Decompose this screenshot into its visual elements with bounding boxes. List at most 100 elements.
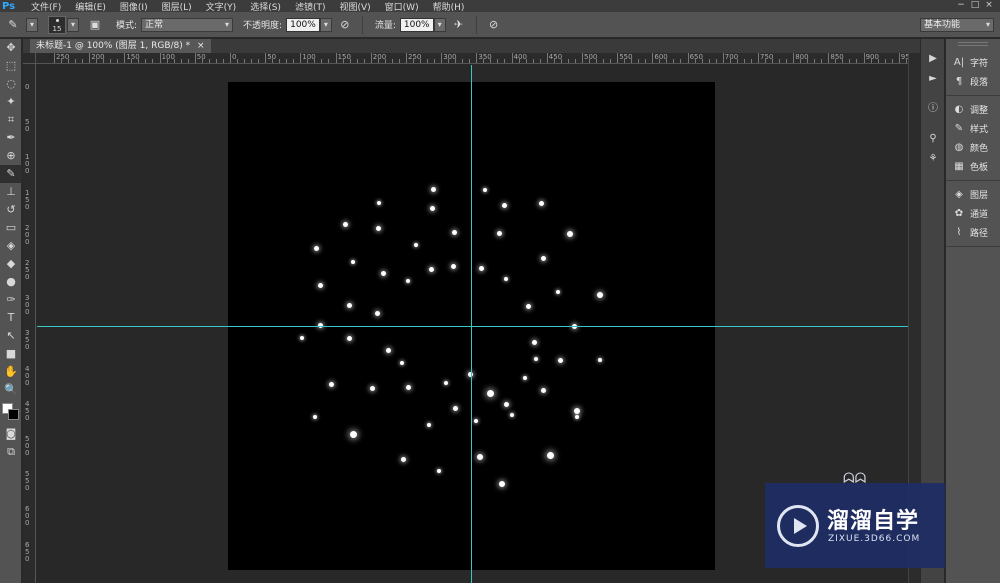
play-actions-icon[interactable]: ►: [921, 69, 945, 89]
history-panel-icon[interactable]: ▶: [921, 49, 945, 69]
brush-dab: [531, 339, 537, 345]
mode-select[interactable]: 正常: [141, 17, 234, 32]
menu-item[interactable]: 图层(L): [157, 0, 201, 13]
ruler-tick: [525, 59, 527, 63]
vertical-ruler[interactable]: 0 5 0 1 0 0 1 5 0 2 0 0 2 5 0 3 0 0 3 5 0 4 0 0 4…: [23, 64, 36, 583]
horizontal-guide[interactable]: [37, 326, 908, 327]
path-selection-icon[interactable]: ↖: [0, 327, 22, 345]
hand-icon[interactable]: ✋: [0, 363, 22, 381]
menu-item[interactable]: 窗口(W): [380, 0, 428, 13]
menu-item[interactable]: 视图(V): [334, 0, 379, 13]
ruler-v-label: 6 5 0: [25, 540, 30, 563]
panel-button-layers[interactable]: ◈ 图层: [946, 185, 1000, 204]
airbrush-icon[interactable]: ✈: [451, 17, 467, 33]
brush-dab: [429, 205, 435, 211]
document-tab[interactable]: 未标题-1 @ 100% (图层 1, RGB/8) * ×: [30, 39, 211, 53]
dodge-icon[interactable]: ●: [0, 273, 22, 291]
menu-item[interactable]: 文件(F): [26, 0, 70, 13]
brush-preset-panel-icon[interactable]: ⚲: [921, 129, 945, 149]
flow-dropdown[interactable]: ▾: [433, 17, 446, 32]
ruler-tick: [560, 59, 562, 63]
menu-item[interactable]: 选择(S): [245, 0, 290, 13]
menu-item[interactable]: 编辑(E): [70, 0, 115, 13]
panel-button-paths[interactable]: ⌇ 路径: [946, 223, 1000, 242]
ruler-tick: [208, 59, 210, 63]
eraser-icon[interactable]: ▭: [0, 219, 22, 237]
maximize-button[interactable]: □: [968, 0, 982, 11]
brush-tool-preset-icon[interactable]: ✎: [5, 17, 21, 33]
close-window-button[interactable]: ×: [982, 0, 996, 11]
brush-panel-toggle-icon[interactable]: ▣: [87, 17, 103, 33]
pressure-size-icon[interactable]: ⊘: [486, 17, 502, 33]
ruler-tick: [244, 59, 245, 63]
background-color-swatch[interactable]: [8, 409, 19, 420]
panel-group: ◈ 图层 ✿ 通道 ⌇ 路径: [946, 181, 1000, 247]
panel-grip[interactable]: [958, 42, 988, 46]
vertical-guide[interactable]: [471, 65, 472, 583]
brush-icon[interactable]: ✎: [0, 165, 22, 183]
ruler-tick: [230, 53, 231, 63]
healing-brush-icon[interactable]: ⊕: [0, 147, 22, 165]
magic-wand-icon[interactable]: ✦: [0, 93, 22, 111]
ruler-tick: [800, 59, 802, 63]
screen-mode-icon[interactable]: ⧉: [0, 443, 22, 461]
ruler-tick: [103, 59, 105, 63]
panel-button-paragraph[interactable]: ¶ 段落: [946, 72, 1000, 91]
history-brush-icon[interactable]: ↺: [0, 201, 22, 219]
brush-dab: [597, 292, 603, 298]
menu-item[interactable]: 滤镜(T): [290, 0, 335, 13]
info-panel-icon[interactable]: ⓘ: [921, 99, 945, 119]
type-icon[interactable]: T: [0, 309, 22, 327]
workspace-select[interactable]: 基本功能: [920, 18, 994, 32]
panel-button-character[interactable]: A| 字符: [946, 53, 1000, 72]
pressure-opacity-icon[interactable]: ⊘: [337, 17, 353, 33]
ruler-tick: [582, 53, 583, 63]
clone-stamp-icon[interactable]: ⊥: [0, 183, 22, 201]
eyedropper-icon[interactable]: ✒: [0, 129, 22, 147]
ruler-tick: [201, 59, 203, 63]
brush-dab: [501, 202, 507, 208]
ruler-tick: [638, 59, 640, 63]
panel-label: 路径: [970, 229, 989, 239]
opacity-input[interactable]: 100%: [286, 17, 320, 32]
pen-icon[interactable]: ✑: [0, 291, 22, 309]
brush-picker-dropdown[interactable]: ▾: [67, 17, 79, 32]
ruler-origin[interactable]: [23, 53, 36, 64]
menu-item[interactable]: 图像(I): [115, 0, 157, 13]
document-tab-close-icon[interactable]: ×: [197, 41, 205, 51]
panel-button-adjustments[interactable]: ◐ 调整: [946, 100, 1000, 119]
panel-button-swatches[interactable]: ▦ 色板: [946, 157, 1000, 176]
ruler-tick: [603, 59, 604, 63]
menu-item[interactable]: 文字(Y): [201, 0, 246, 13]
paint-bucket-icon[interactable]: ◈: [0, 237, 22, 255]
panel-button-styles[interactable]: ✎ 样式: [946, 119, 1000, 138]
ruler-tick: [342, 59, 344, 63]
ruler-tick: [286, 59, 288, 63]
rectangle-icon[interactable]: ■: [0, 345, 22, 363]
color-swatches[interactable]: [0, 401, 22, 425]
flow-label: 流量:: [374, 21, 396, 31]
mode-label: 模式:: [116, 21, 138, 31]
brush-dab: [374, 310, 380, 316]
crop-icon[interactable]: ⌗: [0, 111, 22, 129]
ruler-h-label: 950: [900, 53, 908, 61]
horizontal-ruler[interactable]: 250 200 150 100 50 0 50 100 150 200 250 300 350 400 45…: [36, 53, 908, 64]
ruler-tick: [222, 59, 224, 63]
ruler-v-label: 0: [25, 83, 30, 91]
zoom-icon[interactable]: 🔍: [0, 381, 22, 399]
opacity-dropdown[interactable]: ▾: [319, 17, 332, 32]
panel-button-channels[interactable]: ✿ 通道: [946, 204, 1000, 223]
move-icon[interactable]: ✥: [0, 39, 22, 57]
clone-source-panel-icon[interactable]: ⚘: [921, 149, 945, 169]
quick-mask-icon[interactable]: ◙: [0, 425, 22, 443]
brush-size-picker[interactable]: 15: [48, 15, 66, 34]
flow-input[interactable]: 100%: [399, 17, 434, 32]
tool-preset-dropdown[interactable]: ▾: [26, 17, 38, 32]
minimize-button[interactable]: −: [954, 0, 968, 11]
lasso-icon[interactable]: ◌: [0, 75, 22, 93]
marquee-icon[interactable]: ⬚: [0, 57, 22, 75]
menu-item[interactable]: 帮助(H): [428, 0, 474, 13]
panel-button-color[interactable]: ◍ 颜色: [946, 138, 1000, 157]
blur-icon[interactable]: ◆: [0, 255, 22, 273]
ruler-tick: [483, 59, 485, 63]
